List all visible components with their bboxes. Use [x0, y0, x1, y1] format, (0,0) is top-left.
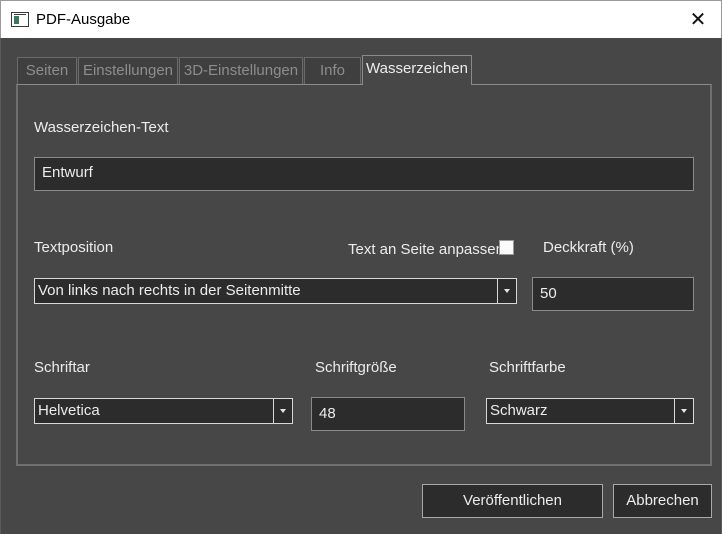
watermark-panel: Wasserzeichen-Text Entwurf Textposition …: [16, 84, 712, 466]
text-position-value: Von links nach rechts in der Seitenmitte: [38, 282, 301, 299]
font-size-label: Schriftgröße: [315, 359, 397, 376]
tab-label: Wasserzeichen: [366, 60, 468, 77]
opacity-label: Deckkraft (%): [543, 239, 634, 256]
font-color-label: Schriftfarbe: [489, 359, 566, 376]
dialog-client: Seiten Einstellungen 3D-Einstellungen In…: [0, 38, 722, 534]
font-value: Helvetica: [38, 402, 100, 419]
font-select[interactable]: Helvetica: [34, 398, 293, 424]
watermark-text-input[interactable]: Entwurf: [34, 157, 694, 191]
tab-einstellungen[interactable]: Einstellungen: [78, 57, 178, 84]
chevron-down-icon[interactable]: [674, 399, 693, 423]
fit-to-page-checkbox[interactable]: [499, 240, 514, 255]
title-bar: PDF-Ausgabe ✕: [0, 0, 722, 38]
tab-info[interactable]: Info: [304, 57, 361, 84]
font-color-value: Schwarz: [490, 402, 548, 419]
tab-wasserzeichen[interactable]: Wasserzeichen: [362, 55, 472, 85]
publish-button[interactable]: Veröffentlichen: [422, 484, 603, 518]
opacity-input[interactable]: 50: [532, 277, 694, 311]
window-title: PDF-Ausgabe: [36, 11, 131, 28]
font-size-input[interactable]: 48: [311, 397, 465, 431]
app-window-icon: [11, 12, 29, 27]
chevron-down-icon[interactable]: [273, 399, 292, 423]
close-icon[interactable]: ✕: [683, 5, 713, 35]
watermark-text-label: Wasserzeichen-Text: [34, 119, 169, 136]
chevron-down-icon[interactable]: [497, 279, 516, 303]
tab-seiten[interactable]: Seiten: [17, 57, 77, 84]
text-position-label: Textposition: [34, 239, 114, 256]
text-position-select[interactable]: Von links nach rechts in der Seitenmitte: [34, 278, 517, 304]
tab-3d-einstellungen[interactable]: 3D-Einstellungen: [179, 57, 303, 84]
tab-label: Einstellungen: [82, 62, 174, 79]
cancel-button[interactable]: Abbrechen: [613, 484, 712, 518]
tab-label: Info: [319, 62, 346, 79]
font-color-select[interactable]: Schwarz: [486, 398, 694, 424]
tab-label: 3D-Einstellungen: [183, 62, 299, 79]
tab-label: Seiten: [25, 62, 69, 79]
font-label: Schriftar: [34, 359, 90, 376]
fit-to-page-label: Text an Seite anpassen: [348, 241, 504, 258]
